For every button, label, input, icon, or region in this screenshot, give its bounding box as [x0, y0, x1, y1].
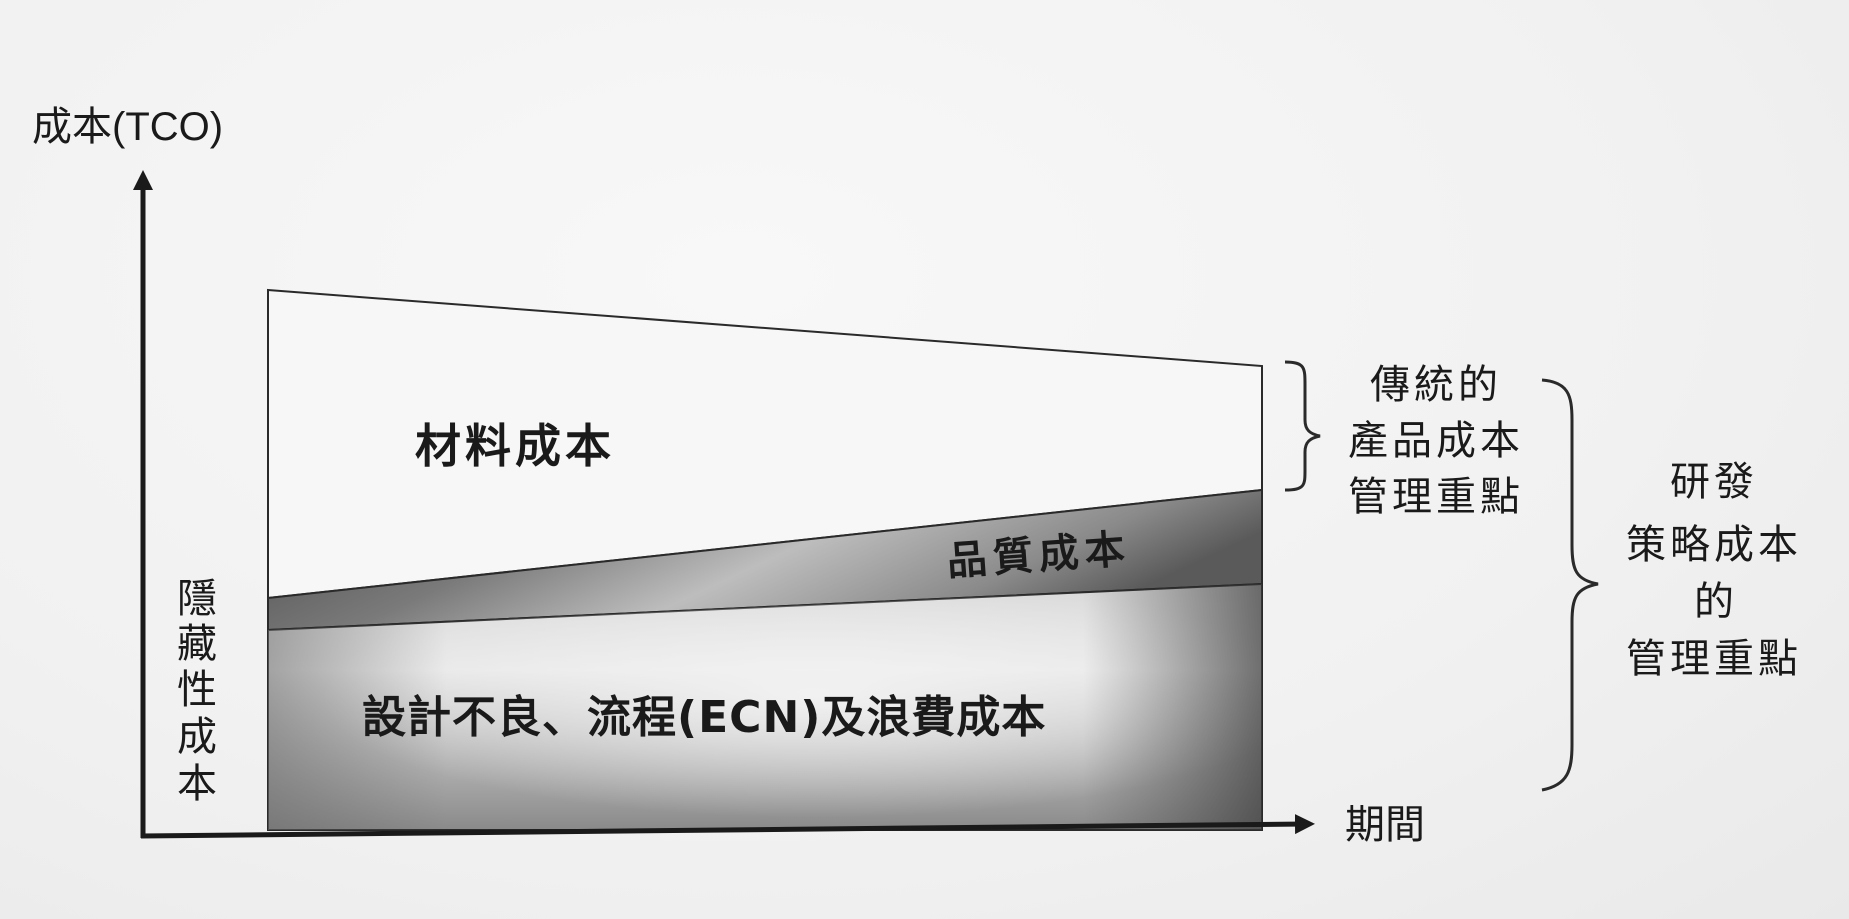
traditional-focus-line: 管理重點: [1348, 474, 1524, 520]
y-axis-label: 成本(TCO): [32, 105, 223, 149]
traditional-focus-line: 傳統的: [1370, 362, 1502, 408]
hidden-cost-label: 隱 藏 性 成 本: [177, 576, 217, 807]
hidden-cost-char: 性: [177, 667, 217, 713]
design-cost-label: 設計不良、流程(ECN)及浪費成本: [362, 692, 1046, 743]
rd-focus-line: 的: [1694, 579, 1734, 625]
traditional-focus-label: 傳統的 產品成本 管理重點: [1348, 362, 1524, 520]
rd-focus-line: 策略成本: [1626, 522, 1802, 568]
tco-diagram: 成本(TCO) 期間 材料成本 品質成本 設計不良、流程(ECN)及浪費成本 隱…: [32, 105, 1802, 848]
hidden-cost-char: 本: [177, 761, 217, 807]
rd-focus-label: 研發 策略成本 的 管理重點: [1626, 459, 1802, 682]
diagram-page: 成本(TCO) 期間 材料成本 品質成本 設計不良、流程(ECN)及浪費成本 隱…: [0, 0, 1849, 919]
traditional-focus-line: 產品成本: [1348, 418, 1524, 464]
hidden-cost-char: 成: [177, 714, 217, 760]
hidden-cost-char: 隱: [177, 576, 217, 622]
traditional-brace: [1284, 360, 1321, 492]
x-axis-label: 期間: [1345, 802, 1425, 848]
rd-focus-line: 管理重點: [1626, 636, 1802, 682]
hidden-cost-char: 藏: [177, 621, 217, 667]
rd-focus-line: 研發: [1670, 459, 1758, 505]
material-cost-label: 材料成本: [415, 419, 615, 473]
rd-brace: [1541, 378, 1599, 792]
